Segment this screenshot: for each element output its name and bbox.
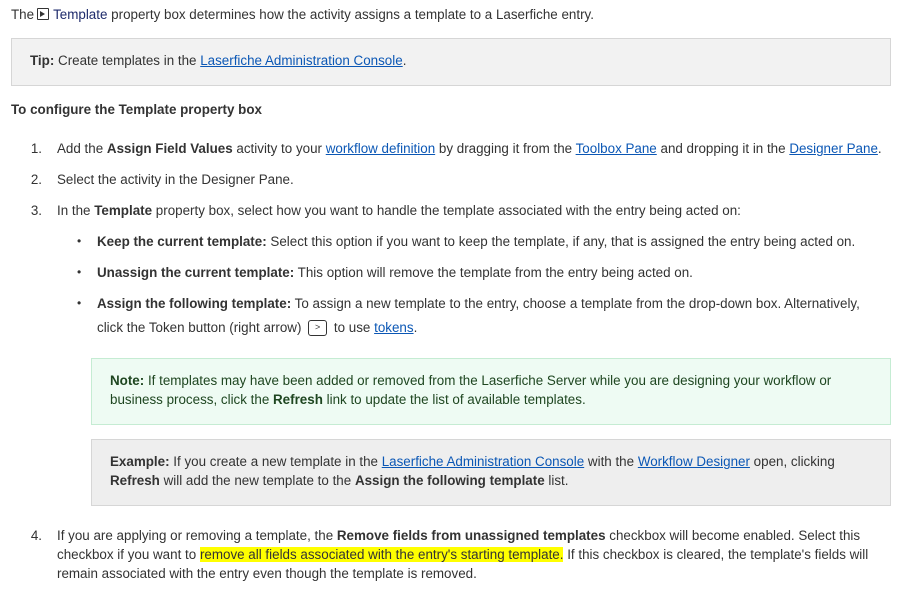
intro-paragraph: The Template property box determines how … <box>11 7 594 22</box>
step-number: 4. <box>30 528 42 543</box>
example-text-2: with the <box>587 454 635 469</box>
step-4-text-4: If this checkbox is cleared, the templat… <box>567 547 869 562</box>
step-3-part: In the <box>57 203 91 218</box>
bullet-assign-line2-text: click the Token button (right arrow) <box>97 320 302 335</box>
bullet-assign-line2-mid: to use <box>333 320 371 335</box>
example-text-3: open, clicking <box>753 454 835 469</box>
example-label: Example: <box>110 454 170 469</box>
step-4-text-1: If you are applying or removing a templa… <box>57 528 334 543</box>
refresh-label: Refresh <box>273 392 323 407</box>
highlighted-text: remove all fields associated with the en… <box>199 547 564 562</box>
tip-body: Create templates in the <box>58 53 197 68</box>
note-text-3: link to update the list of available tem… <box>326 392 586 407</box>
bullet-dot: • <box>77 296 82 310</box>
assign-field-values-label: Assign Field Values <box>106 141 233 156</box>
remove-fields-label: Remove fields from unassigned templates <box>336 528 606 543</box>
step-number: 3. <box>30 203 42 218</box>
example-text-5: list. <box>548 473 569 488</box>
tokens-link[interactable]: tokens <box>374 320 413 335</box>
step-4-line-3: remain associated with the entry even th… <box>57 566 477 581</box>
workflow-designer-link[interactable]: Workflow Designer <box>638 454 750 469</box>
toolbox-pane-link[interactable]: Toolbox Pane <box>576 141 657 156</box>
note-line-1: Note: If templates may have been added o… <box>110 373 831 388</box>
step-3-text: In the Template property box, select how… <box>57 203 741 218</box>
note-label: Note: <box>110 373 145 388</box>
bullet-unassign: Unassign the current template: This opti… <box>97 265 693 280</box>
step-1-part: activity to your <box>236 141 322 156</box>
bullet-unassign-label: Unassign the current template: <box>97 265 295 280</box>
tip-label: Tip: <box>30 53 55 68</box>
admin-console-link[interactable]: Laserfiche Administration Console <box>382 454 584 469</box>
example-text-4: will add the new template to the <box>163 473 352 488</box>
bullet-assign-end: . <box>413 320 418 335</box>
step-4-text-3: checkbox if you want to <box>57 547 197 562</box>
bullet-assign-text: To assign a new template to the entry, c… <box>294 296 860 311</box>
example-line-1: Example: If you create a new template in… <box>110 454 835 469</box>
example-line-2: Refresh will add the new template to the… <box>110 473 568 488</box>
step-1-part: by dragging it from the <box>438 141 573 156</box>
step-1-end: . <box>877 141 882 156</box>
bullet-unassign-text: This option will remove the template fro… <box>297 265 693 280</box>
bullet-keep-text: Select this option if you want to keep t… <box>270 234 856 249</box>
step-1-text: Add the Assign Field Values activity to … <box>57 141 882 156</box>
step-1-part: Add the <box>57 141 104 156</box>
designer-pane-link[interactable]: Designer Pane <box>789 141 878 156</box>
tip-text: Tip: Create templates in the Laserfiche … <box>30 53 406 68</box>
workflow-definition-link[interactable]: workflow definition <box>326 141 435 156</box>
note-line-2: business process, click the Refresh link… <box>110 392 586 407</box>
step-4-line-1: If you are applying or removing a templa… <box>57 528 860 543</box>
bullet-keep: Keep the current template: Select this o… <box>97 234 855 249</box>
step-number: 2. <box>30 172 42 187</box>
step-number: 1. <box>30 141 42 156</box>
template-link[interactable]: Template <box>53 7 107 22</box>
intro-prefix: The <box>11 7 35 22</box>
section-heading: To configure the Template property box <box>11 102 262 117</box>
admin-console-link[interactable]: Laserfiche Administration Console <box>200 53 402 68</box>
note-text-1: If templates may have been added or remo… <box>147 373 832 388</box>
template-label: Template <box>94 203 153 218</box>
bullet-dot: • <box>77 234 82 248</box>
token-button-icon[interactable]: > <box>308 320 328 336</box>
bullet-keep-label: Keep the current template: <box>97 234 267 249</box>
example-text-1: If you create a new template in the <box>173 454 378 469</box>
tip-end: . <box>402 53 407 68</box>
step-3-part: property box, select how you want to han… <box>155 203 741 218</box>
assign-following-template-label: Assign the following template <box>354 473 545 488</box>
refresh-label: Refresh <box>110 473 160 488</box>
template-icon <box>37 8 50 20</box>
note-text-2: business process, click the <box>110 392 270 407</box>
step-2-text: Select the activity in the Designer Pane… <box>57 172 294 187</box>
bullet-assign-label: Assign the following template: <box>97 296 292 311</box>
intro-suffix: property box determines how the activity… <box>111 7 594 22</box>
bullet-assign-line2: click the Token button (right arrow) > t… <box>97 320 417 336</box>
bullet-assign: Assign the following template: To assign… <box>97 296 860 311</box>
step-1-part: and dropping it in the <box>660 141 786 156</box>
bullet-dot: • <box>77 265 82 279</box>
step-4-line-2: checkbox if you want to remove all field… <box>57 547 868 562</box>
step-4-text-2: checkbox will become enabled. Select thi… <box>609 528 861 543</box>
